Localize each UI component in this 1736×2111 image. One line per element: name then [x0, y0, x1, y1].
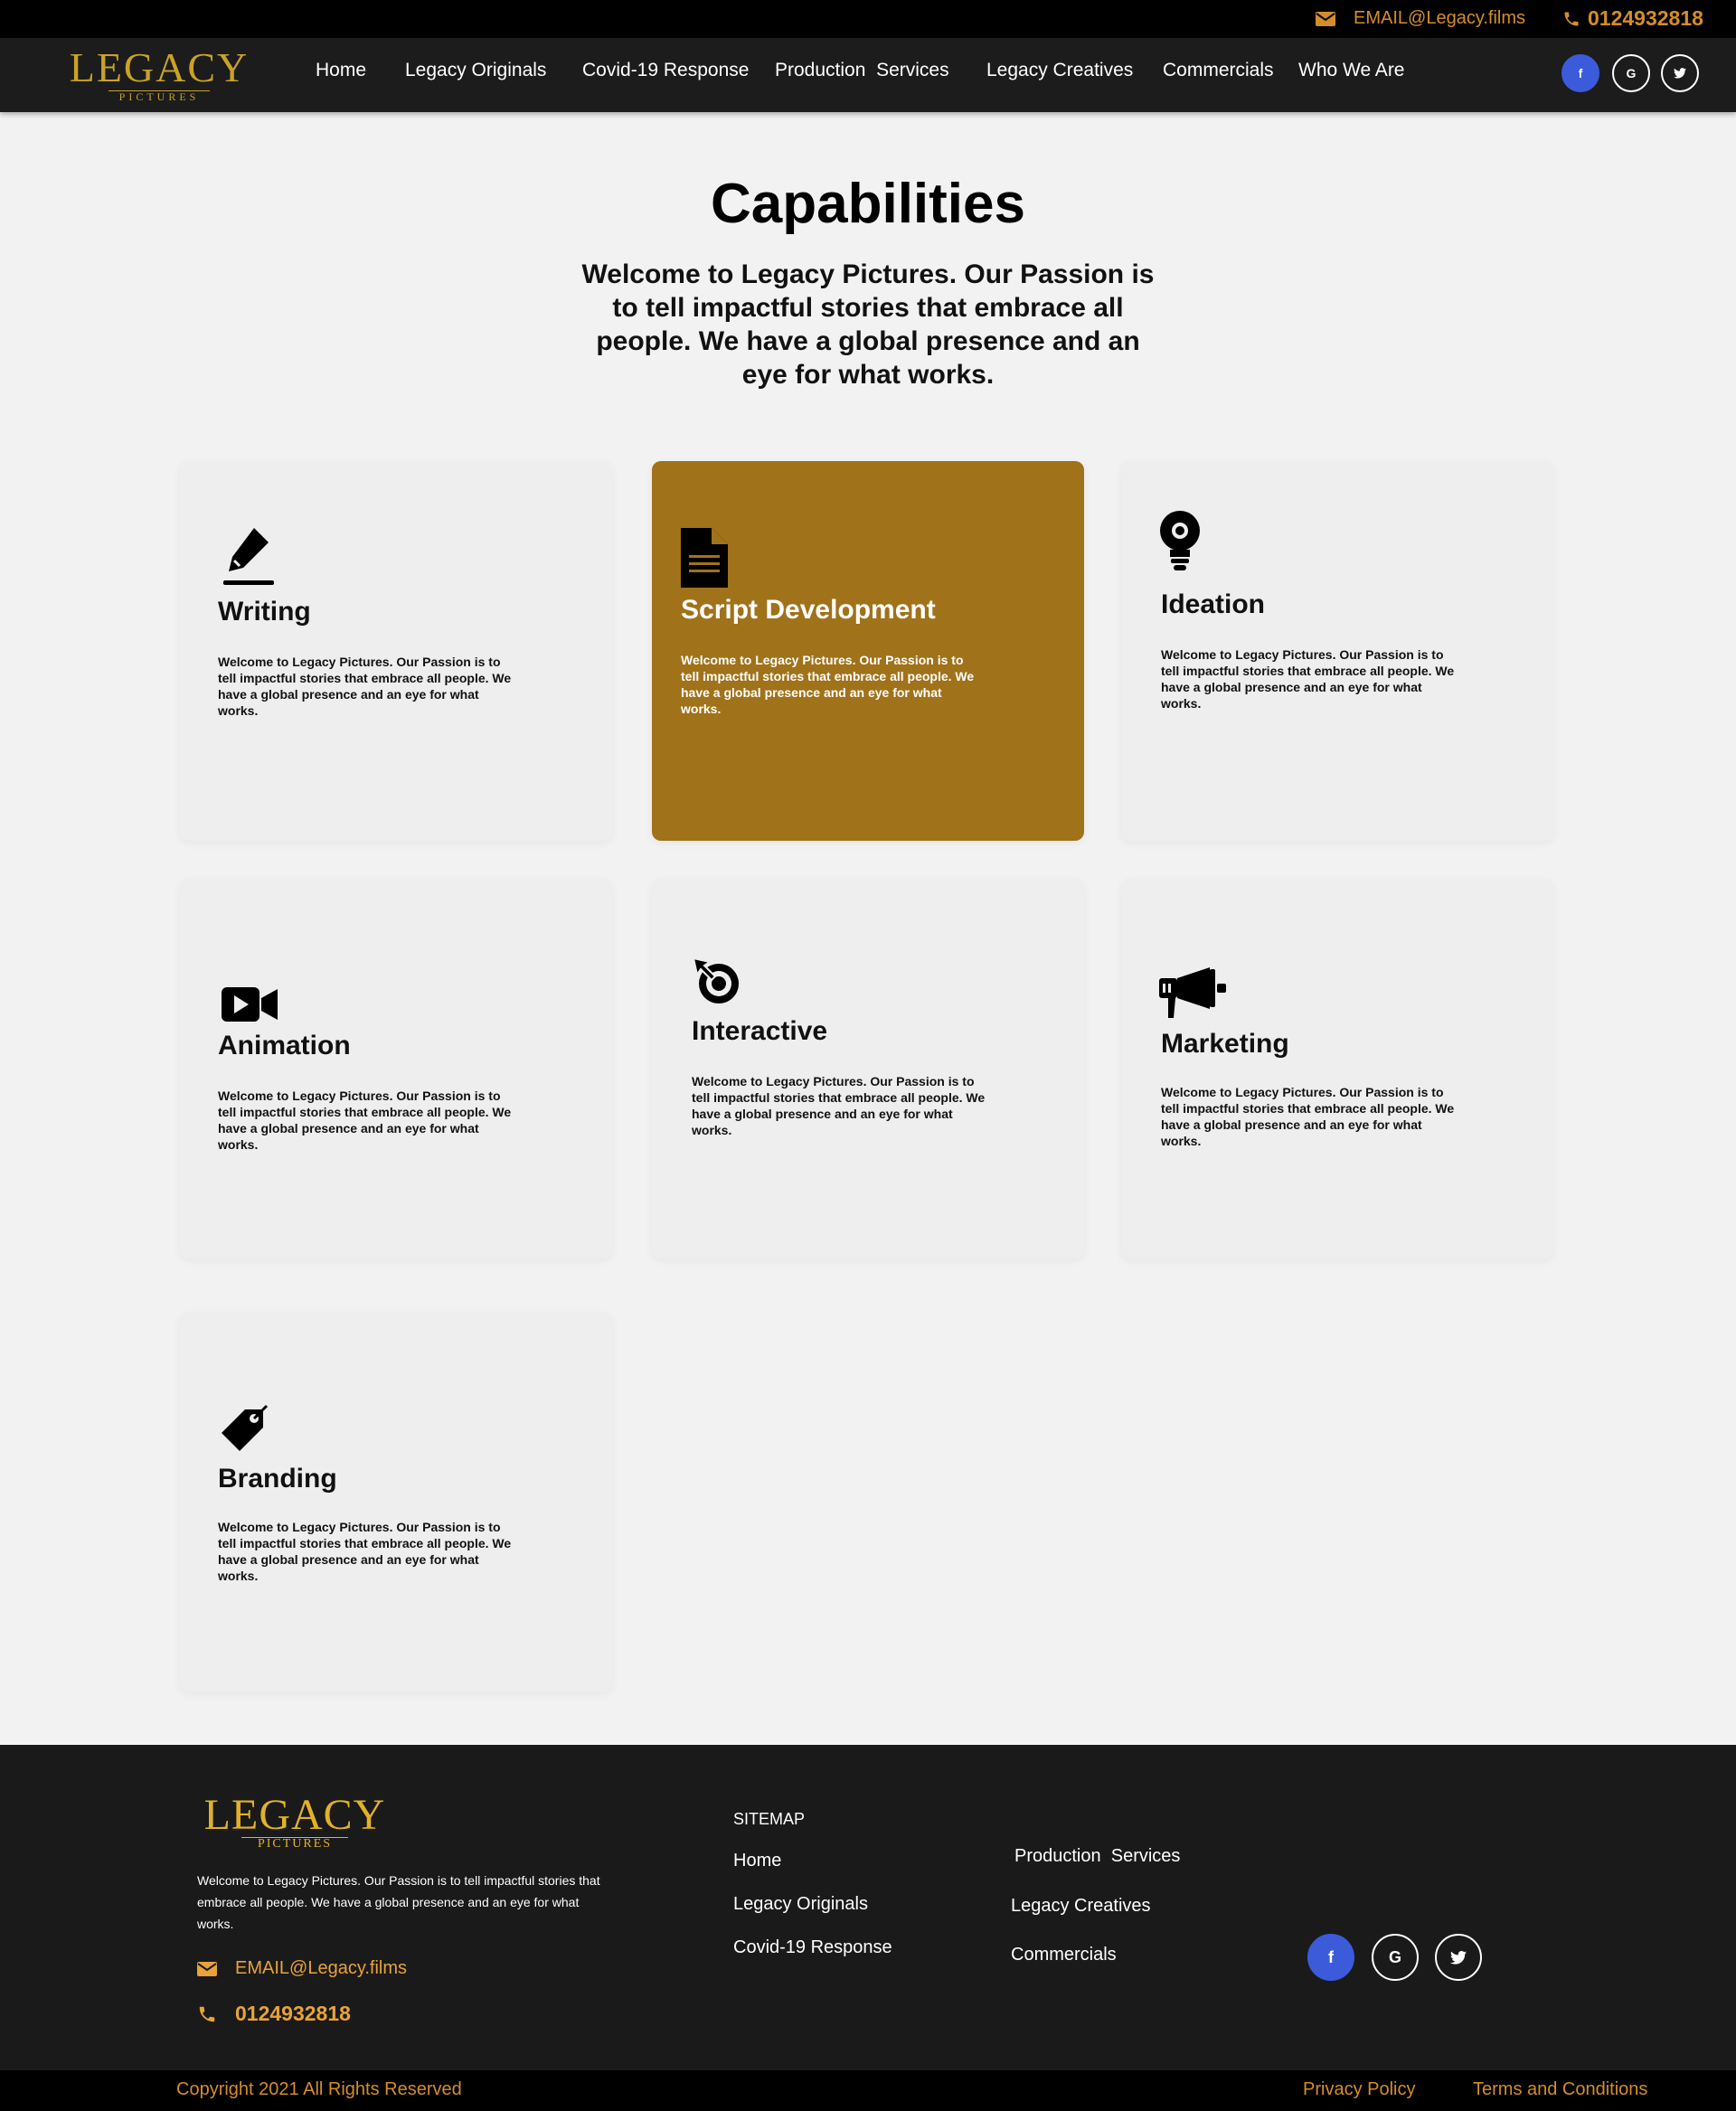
pen-icon	[223, 528, 274, 585]
footer-link-legacy-originals[interactable]: Legacy Originals	[733, 1894, 868, 1915]
twitter-icon	[1674, 68, 1686, 79]
card-title: Interactive	[692, 1016, 828, 1046]
card-description: Welcome to Legacy Pictures. Our Passion …	[218, 655, 512, 718]
copyright-bar: Copyright 2021 All Rights Reserved Priva…	[0, 2070, 1736, 2111]
privacy-policy-link[interactable]: Privacy Policy	[1303, 2079, 1415, 2100]
card-title: Script Development	[681, 595, 936, 625]
terms-link[interactable]: Terms and Conditions	[1473, 2079, 1647, 2100]
top-phone-text[interactable]: 0124932818	[1588, 6, 1703, 31]
megaphone-icon	[1159, 967, 1226, 1018]
nav-who-we-are[interactable]: Who We Are	[1298, 60, 1405, 81]
capability-card-animation[interactable]: Animation Welcome to Legacy Pictures. Ou…	[180, 879, 612, 1258]
lightbulb-icon	[1160, 511, 1200, 570]
footer-logo-subtitle: PICTURES	[241, 1837, 349, 1851]
twitter-icon	[1450, 1950, 1467, 1965]
logo-subtitle: PICTURES	[108, 90, 211, 102]
footer-link-covid-response[interactable]: Covid-19 Response	[733, 1937, 892, 1958]
card-title: Marketing	[1161, 1029, 1289, 1059]
footer-email[interactable]: EMAIL@Legacy.films	[197, 1958, 407, 1979]
google-icon: G	[1626, 66, 1637, 80]
nav-legacy-originals[interactable]: Legacy Originals	[405, 60, 546, 81]
sitemap-heading: SITEMAP	[733, 1810, 806, 1828]
twitter-button[interactable]	[1661, 54, 1699, 92]
phone-icon	[199, 2006, 215, 2021]
copyright-text: Copyright 2021 All Rights Reserved	[176, 2079, 462, 2099]
top-contact-bar: EMAIL@Legacy.films 0124932818	[0, 0, 1736, 38]
footer-email-text[interactable]: EMAIL@Legacy.films	[235, 1958, 407, 1979]
card-description: Welcome to Legacy Pictures. Our Passion …	[681, 653, 975, 716]
footer-phone[interactable]: 0124932818	[197, 2002, 351, 2026]
facebook-button[interactable]: f	[1561, 54, 1599, 92]
card-description: Welcome to Legacy Pictures. Our Passion …	[218, 1088, 512, 1152]
site-footer: LEGACY PICTURES Welcome to Legacy Pictur…	[0, 1745, 1736, 2070]
google-button[interactable]: G	[1612, 54, 1650, 92]
document-icon	[681, 528, 728, 588]
facebook-icon: f	[1328, 1947, 1334, 1966]
google-icon: G	[1388, 1947, 1401, 1966]
footer-about-text: Welcome to Legacy Pictures. Our Passion …	[197, 1873, 600, 1931]
footer-link-commercials[interactable]: Commercials	[1011, 1945, 1117, 1965]
card-title: Branding	[218, 1464, 337, 1494]
footer-link-legacy-creatives[interactable]: Legacy Creatives	[1011, 1896, 1151, 1917]
mail-icon	[1316, 11, 1335, 26]
cursor-click-icon	[692, 957, 739, 1004]
main-navbar: LEGACY PICTURES Home Legacy Originals Co…	[0, 38, 1736, 112]
footer-logo[interactable]: LEGACY PICTURES	[197, 1791, 392, 1852]
footer-twitter-button[interactable]	[1435, 1934, 1482, 1981]
phone-icon	[1564, 12, 1579, 25]
nav-covid-response[interactable]: Covid-19 Response	[582, 60, 749, 81]
nav-commercials[interactable]: Commercials	[1163, 60, 1274, 81]
footer-google-button[interactable]: G	[1372, 1934, 1419, 1981]
logo-wordmark: LEGACY	[69, 44, 250, 90]
page-title: Capabilities	[711, 173, 1025, 235]
facebook-icon: f	[1578, 66, 1583, 80]
top-email[interactable]: EMAIL@Legacy.films	[1316, 8, 1525, 29]
mail-icon	[197, 1961, 217, 1976]
capability-card-writing[interactable]: Writing Welcome to Legacy Pictures. Our …	[180, 461, 612, 841]
capability-card-ideation[interactable]: Ideation Welcome to Legacy Pictures. Our…	[1121, 461, 1553, 841]
card-description: Welcome to Legacy Pictures. Our Passion …	[1161, 1085, 1455, 1148]
footer-phone-text[interactable]: 0124932818	[235, 2002, 351, 2026]
footer-facebook-button[interactable]: f	[1307, 1934, 1354, 1981]
brand-logo[interactable]: LEGACY PICTURES	[60, 47, 259, 105]
card-description: Welcome to Legacy Pictures. Our Passion …	[218, 1520, 512, 1583]
card-title: Animation	[218, 1031, 351, 1060]
top-email-text[interactable]: EMAIL@Legacy.films	[1354, 8, 1525, 29]
card-title: Ideation	[1161, 589, 1266, 619]
capability-card-branding[interactable]: Branding Welcome to Legacy Pictures. Our…	[180, 1312, 612, 1692]
tag-icon	[222, 1404, 269, 1451]
footer-logo-wordmark: LEGACY	[203, 1791, 386, 1839]
footer-link-home[interactable]: Home	[733, 1851, 781, 1871]
nav-production-services[interactable]: Production Services	[775, 60, 949, 81]
capability-card-interactive[interactable]: Interactive Welcome to Legacy Pictures. …	[652, 879, 1084, 1258]
card-description: Welcome to Legacy Pictures. Our Passion …	[1161, 647, 1455, 711]
capability-card-marketing[interactable]: Marketing Welcome to Legacy Pictures. Ou…	[1121, 879, 1553, 1258]
top-phone[interactable]: 0124932818	[1562, 6, 1703, 31]
card-title: Writing	[218, 597, 311, 627]
capability-card-script-development[interactable]: Script Development Welcome to Legacy Pic…	[652, 461, 1084, 841]
page-intro: Welcome to Legacy Pictures. Our Passion …	[581, 259, 1155, 390]
footer-link-production-services[interactable]: Production Services	[1014, 1846, 1180, 1867]
video-camera-icon	[222, 987, 278, 1022]
nav-legacy-creatives[interactable]: Legacy Creatives	[986, 60, 1133, 81]
nav-home[interactable]: Home	[316, 60, 366, 81]
card-description: Welcome to Legacy Pictures. Our Passion …	[692, 1074, 986, 1137]
